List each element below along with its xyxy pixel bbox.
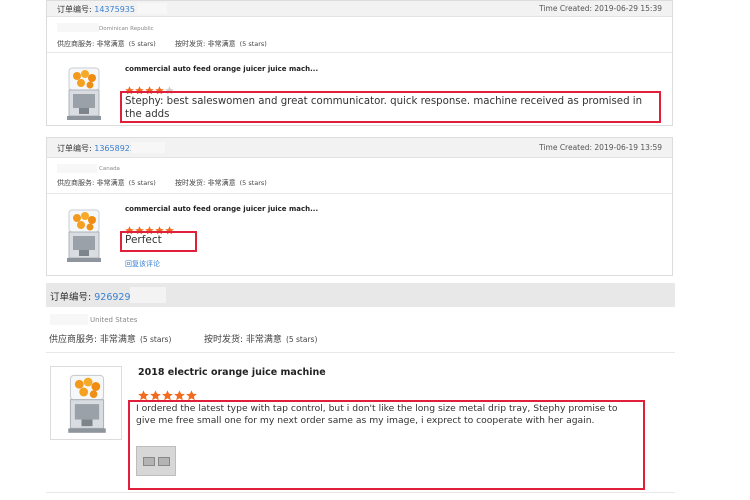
reply-review-link[interactable]: 回复该评论 <box>125 259 160 269</box>
highlight-box <box>120 231 197 252</box>
juicer-product-image[interactable] <box>57 64 111 122</box>
redacted-area <box>130 287 166 303</box>
divider <box>46 352 675 353</box>
supplier-service-rating: 供应商服务: 非常满意 (5 stars) <box>49 335 172 345</box>
supplier-service-rating: 供应商服务: 非常满意 (5 stars) <box>57 40 156 48</box>
supplier-service-rating: 供应商服务: 非常满意 (5 stars) <box>57 179 156 187</box>
highlight-box <box>128 400 645 490</box>
juicer-product-image[interactable] <box>57 371 117 435</box>
review-card-1: 订单编号: 14375935 Time Created: 2019-06-29 … <box>46 0 673 126</box>
review-header-3: 订单编号: 9269296 <box>46 283 675 307</box>
star-rating <box>125 220 175 235</box>
time-created: Time Created: 2019-06-19 13:59 <box>539 143 662 152</box>
order-label: 订单编号: 14375935 <box>57 5 135 14</box>
order-label: 订单编号: 136589230 <box>57 144 141 153</box>
divider <box>47 52 672 53</box>
shipping-rating: 按时发货: 非常满意 (5 stars) <box>204 335 318 345</box>
order-label: 订单编号: 9269296 <box>50 292 137 303</box>
divider <box>46 492 675 493</box>
order-number-link[interactable]: 14375935 <box>94 5 135 14</box>
buyer-country: Dominican Republic <box>99 26 154 32</box>
buyer-country: Canada <box>99 166 120 172</box>
review-header: 订单编号: 14375935 Time Created: 2019-06-29 … <box>47 1 672 17</box>
redacted-area <box>131 142 165 153</box>
product-name-link[interactable]: commercial auto feed orange juicer juice… <box>125 65 318 73</box>
juicer-product-image[interactable] <box>57 206 111 264</box>
redacted-buyer-name <box>57 164 97 173</box>
product-name-link[interactable]: commercial auto feed orange juicer juice… <box>125 205 318 213</box>
product-image-frame <box>50 366 122 440</box>
redacted-buyer-name <box>57 23 99 32</box>
review-header: 订单编号: 136589230 Time Created: 2019-06-19… <box>47 138 672 158</box>
star-rating <box>138 386 198 401</box>
redacted-area <box>137 3 167 14</box>
review-card-2: 订单编号: 136589230 Time Created: 2019-06-19… <box>46 137 673 276</box>
highlight-box <box>120 91 661 123</box>
divider <box>47 193 672 194</box>
product-name-link[interactable]: 2018 electric orange juice machine <box>138 367 326 378</box>
redacted-buyer-name <box>50 314 88 325</box>
shipping-rating: 按时发货: 非常满意 (5 stars) <box>175 40 267 48</box>
star-rating <box>125 80 175 95</box>
time-created: Time Created: 2019-06-29 15:39 <box>539 4 662 13</box>
buyer-country: United States <box>90 316 138 324</box>
shipping-rating: 按时发货: 非常满意 (5 stars) <box>175 179 267 187</box>
